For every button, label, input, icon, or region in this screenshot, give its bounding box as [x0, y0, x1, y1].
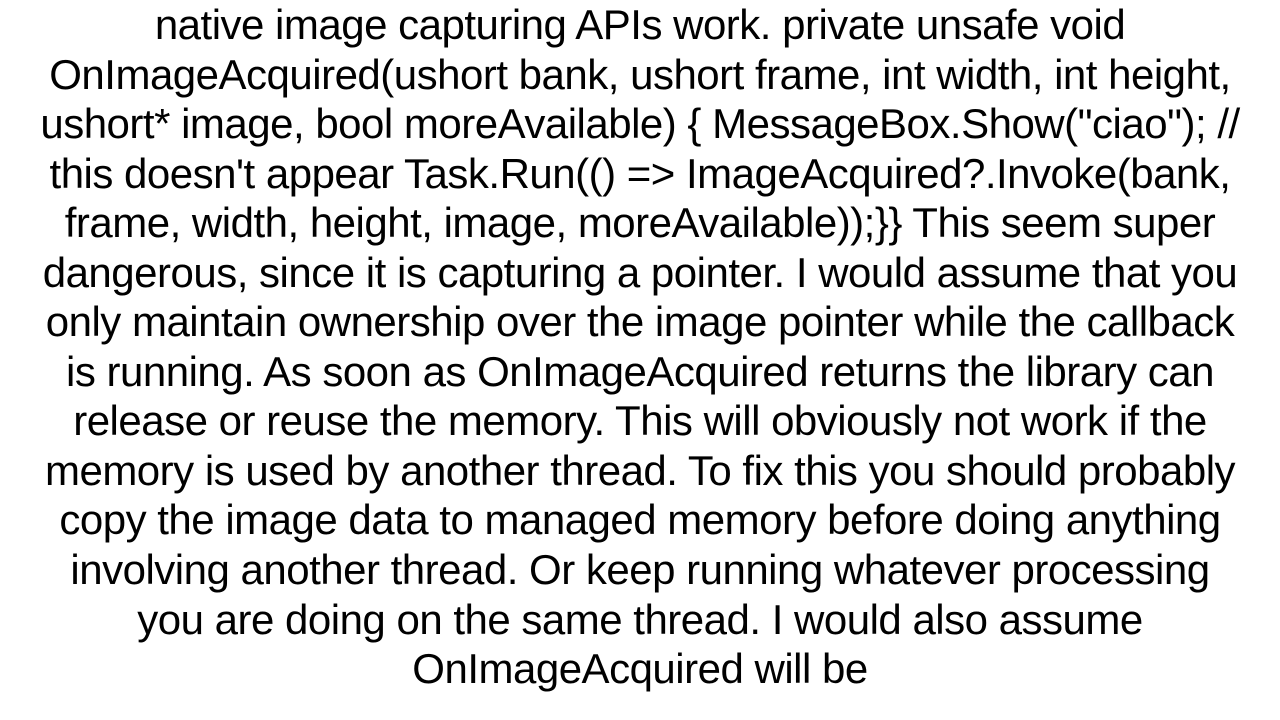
body-text: native image capturing APIs work. privat…: [40, 1, 1239, 692]
document-body: native image capturing APIs work. privat…: [0, 0, 1280, 694]
